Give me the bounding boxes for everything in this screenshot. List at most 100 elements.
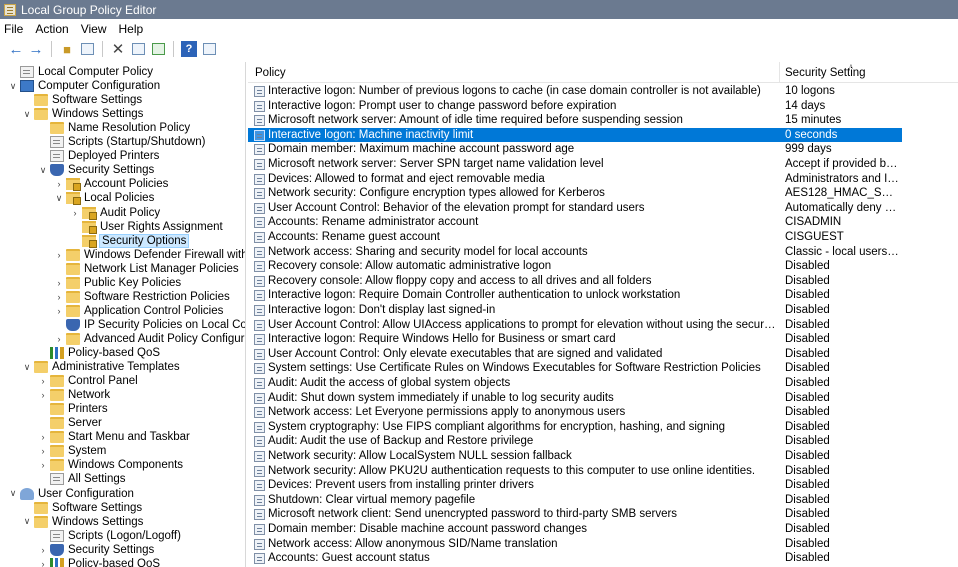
tree-item[interactable]: ∨ Computer Configuration (8, 79, 245, 93)
expand-arrow-icon[interactable]: › (38, 545, 48, 555)
policy-list[interactable]: Policy ∧ Security Setting Interactive lo… (248, 62, 958, 567)
policy-row[interactable]: Microsoft network client: Send unencrypt… (248, 507, 958, 522)
tree-item[interactable]: Name Resolution Policy (38, 121, 245, 135)
tree-item[interactable]: › Policy-based QoS (38, 557, 245, 567)
tree-item[interactable]: › Network (38, 388, 245, 402)
export-list-icon[interactable] (150, 41, 166, 57)
tree-item[interactable]: › System (38, 444, 245, 458)
expand-arrow-icon[interactable]: › (38, 446, 48, 456)
policy-row[interactable]: User Account Control: Only elevate execu… (248, 347, 958, 362)
back-arrow-icon[interactable]: ← (8, 41, 24, 58)
policy-row[interactable]: Network access: Allow anonymous SID/Name… (248, 537, 958, 552)
help-icon[interactable]: ? (181, 41, 197, 57)
collapse-arrow-icon[interactable]: ∨ (22, 362, 32, 373)
forward-arrow-icon[interactable]: → (28, 41, 44, 58)
tree-item[interactable]: › Windows Defender Firewall with Adv (54, 248, 245, 262)
tree-item[interactable]: Server (38, 416, 245, 430)
policy-row[interactable]: Devices: Prevent users from installing p… (248, 478, 958, 493)
menu-action[interactable]: Action (35, 22, 68, 36)
tree-item[interactable]: Software Settings (22, 501, 245, 515)
policy-row[interactable]: Network access: Sharing and security mod… (248, 245, 958, 260)
policy-row[interactable]: Network security: Allow PKU2U authentica… (248, 464, 958, 479)
policy-row[interactable]: Recovery console: Allow automatic admini… (248, 259, 958, 274)
expand-arrow-icon[interactable]: › (54, 250, 64, 260)
tree-item[interactable]: All Settings (38, 472, 245, 486)
tree-item[interactable]: › Advanced Audit Policy Configuratio (54, 332, 245, 346)
expand-arrow-icon[interactable]: › (54, 334, 64, 344)
expand-arrow-icon[interactable]: › (54, 292, 64, 302)
tree-item[interactable]: Deployed Printers (38, 149, 245, 163)
collapse-arrow-icon[interactable]: ∨ (22, 516, 32, 527)
tree-item[interactable]: ∨ Administrative Templates (22, 360, 245, 374)
tree-item[interactable]: ∨ Windows Settings (22, 107, 245, 121)
tree-item[interactable]: Local Computer Policy (8, 65, 245, 79)
policy-row[interactable]: Interactive logon: Don't display last si… (248, 303, 958, 318)
tree-item[interactable]: Network List Manager Policies (54, 262, 245, 276)
policy-row[interactable]: Audit: Shut down system immediately if u… (248, 391, 958, 406)
expand-arrow-icon[interactable]: › (54, 179, 64, 189)
expand-arrow-icon[interactable]: › (54, 278, 64, 288)
tree-item[interactable]: › Software Restriction Policies (54, 290, 245, 304)
column-header-security-setting[interactable]: Security Setting (785, 67, 866, 79)
expand-arrow-icon[interactable]: › (38, 390, 48, 400)
properties-icon[interactable] (130, 41, 146, 57)
collapse-arrow-icon[interactable]: ∨ (38, 165, 48, 176)
tree-item[interactable]: › Audit Policy (70, 206, 245, 220)
expand-arrow-icon[interactable]: › (70, 208, 80, 218)
policy-row[interactable]: Accounts: Rename guest account CISGUEST (248, 230, 958, 245)
policy-row[interactable]: Interactive logon: Prompt user to change… (248, 99, 958, 114)
policy-row[interactable]: Recovery console: Allow floppy copy and … (248, 274, 958, 289)
policy-row[interactable]: Accounts: Rename administrator account CI… (248, 215, 958, 230)
policy-row[interactable]: Interactive logon: Number of previous lo… (248, 84, 958, 99)
tree-item[interactable]: ∨ User Configuration (8, 487, 245, 501)
policy-row[interactable]: System cryptography: Use FIPS compliant … (248, 420, 958, 435)
collapse-arrow-icon[interactable]: ∨ (22, 109, 32, 120)
expand-arrow-icon[interactable]: › (38, 432, 48, 442)
policy-row[interactable]: Network security: Allow LocalSystem NULL… (248, 449, 958, 464)
column-header-policy[interactable]: Policy (255, 67, 286, 79)
tree-item[interactable]: Printers (38, 402, 245, 416)
tree-item[interactable]: › Public Key Policies (54, 276, 245, 290)
delete-icon[interactable]: ✕ (110, 41, 126, 58)
policy-row[interactable]: Interactive logon: Require Windows Hello… (248, 332, 958, 347)
tree-item[interactable]: Policy-based QoS (38, 346, 245, 360)
policy-row[interactable]: Domain member: Disable machine account p… (248, 522, 958, 537)
column-divider[interactable] (779, 62, 780, 83)
console-view-icon[interactable] (201, 41, 217, 57)
tree-item[interactable]: Software Settings (22, 93, 245, 107)
tree-item[interactable]: Security Options (70, 233, 245, 248)
tree-item[interactable]: ∨ Local Policies (54, 191, 245, 206)
policy-row[interactable]: Network security: Configure encryption t… (248, 186, 958, 201)
tree-item[interactable]: › Application Control Policies (54, 304, 245, 318)
policy-row[interactable]: Accounts: Guest account status Disabled (248, 551, 958, 566)
tree-item[interactable]: IP Security Policies on Local Compu (54, 318, 245, 332)
policy-row[interactable]: Audit: Audit the access of global system… (248, 376, 958, 391)
policy-row[interactable]: Network access: Let Everyone permissions… (248, 405, 958, 420)
tree-item[interactable]: › Security Settings (38, 543, 245, 557)
tree-item[interactable]: › Windows Components (38, 458, 245, 472)
expand-arrow-icon[interactable]: › (38, 559, 48, 567)
collapse-arrow-icon[interactable]: ∨ (8, 488, 18, 499)
policy-row[interactable]: Devices: Allowed to format and eject rem… (248, 172, 958, 187)
expand-arrow-icon[interactable]: › (54, 306, 64, 316)
tree-item[interactable]: › Start Menu and Taskbar (38, 430, 245, 444)
policy-row[interactable]: Audit: Audit the use of Backup and Resto… (248, 434, 958, 449)
expand-arrow-icon[interactable]: › (38, 376, 48, 386)
expand-arrow-icon[interactable]: › (38, 460, 48, 470)
policy-row[interactable]: Interactive logon: Require Domain Contro… (248, 288, 958, 303)
collapse-arrow-icon[interactable]: ∨ (8, 81, 18, 92)
policy-row[interactable]: User Account Control: Allow UIAccess app… (248, 318, 958, 333)
menu-help[interactable]: Help (119, 22, 144, 36)
collapse-arrow-icon[interactable]: ∨ (54, 193, 64, 204)
policy-row[interactable]: System settings: Use Certificate Rules o… (248, 361, 958, 376)
console-tree[interactable]: Local Computer Policy ∨ Computer Configura… (0, 62, 246, 567)
policy-row[interactable]: User Account Control: Behavior of the el… (248, 201, 958, 216)
tree-item[interactable]: ∨ Windows Settings (22, 515, 245, 529)
tree-item[interactable]: › Control Panel (38, 374, 245, 388)
tree-item[interactable]: Scripts (Logon/Logoff) (38, 529, 245, 543)
tree-item[interactable]: ∨ Security Settings (38, 163, 245, 177)
menu-view[interactable]: View (81, 22, 107, 36)
menu-file[interactable]: File (4, 22, 23, 36)
tree-item[interactable]: Scripts (Startup/Shutdown) (38, 135, 245, 149)
policy-row[interactable]: Interactive logon: Machine inactivity li… (248, 127, 902, 143)
